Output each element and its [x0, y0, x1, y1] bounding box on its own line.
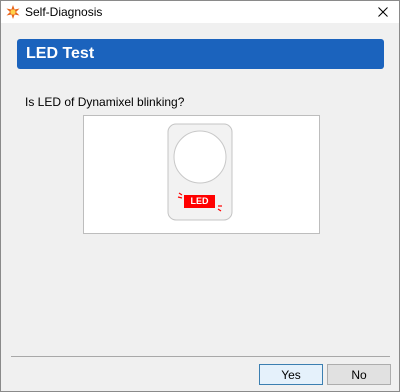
- dynamixel-image: [167, 123, 233, 221]
- yes-button[interactable]: Yes: [259, 364, 323, 385]
- close-icon: [378, 7, 388, 17]
- dialog-content: LED Test Is LED of Dynamixel blinking? L…: [1, 23, 399, 391]
- dialog-window: Self-Diagnosis LED Test Is LED of Dynami…: [0, 0, 400, 392]
- page-title: LED Test: [26, 45, 95, 62]
- footer-divider: [11, 356, 390, 357]
- led-label: LED: [190, 196, 209, 206]
- no-button[interactable]: No: [327, 364, 391, 385]
- question-text: Is LED of Dynamixel blinking?: [25, 95, 185, 109]
- header-banner: LED Test: [17, 39, 384, 69]
- title-bar[interactable]: Self-Diagnosis: [1, 1, 399, 23]
- dynamixel-illustration: LED: [83, 115, 320, 234]
- window-title: Self-Diagnosis: [25, 5, 103, 19]
- app-icon: [6, 5, 20, 19]
- close-button[interactable]: [367, 1, 399, 23]
